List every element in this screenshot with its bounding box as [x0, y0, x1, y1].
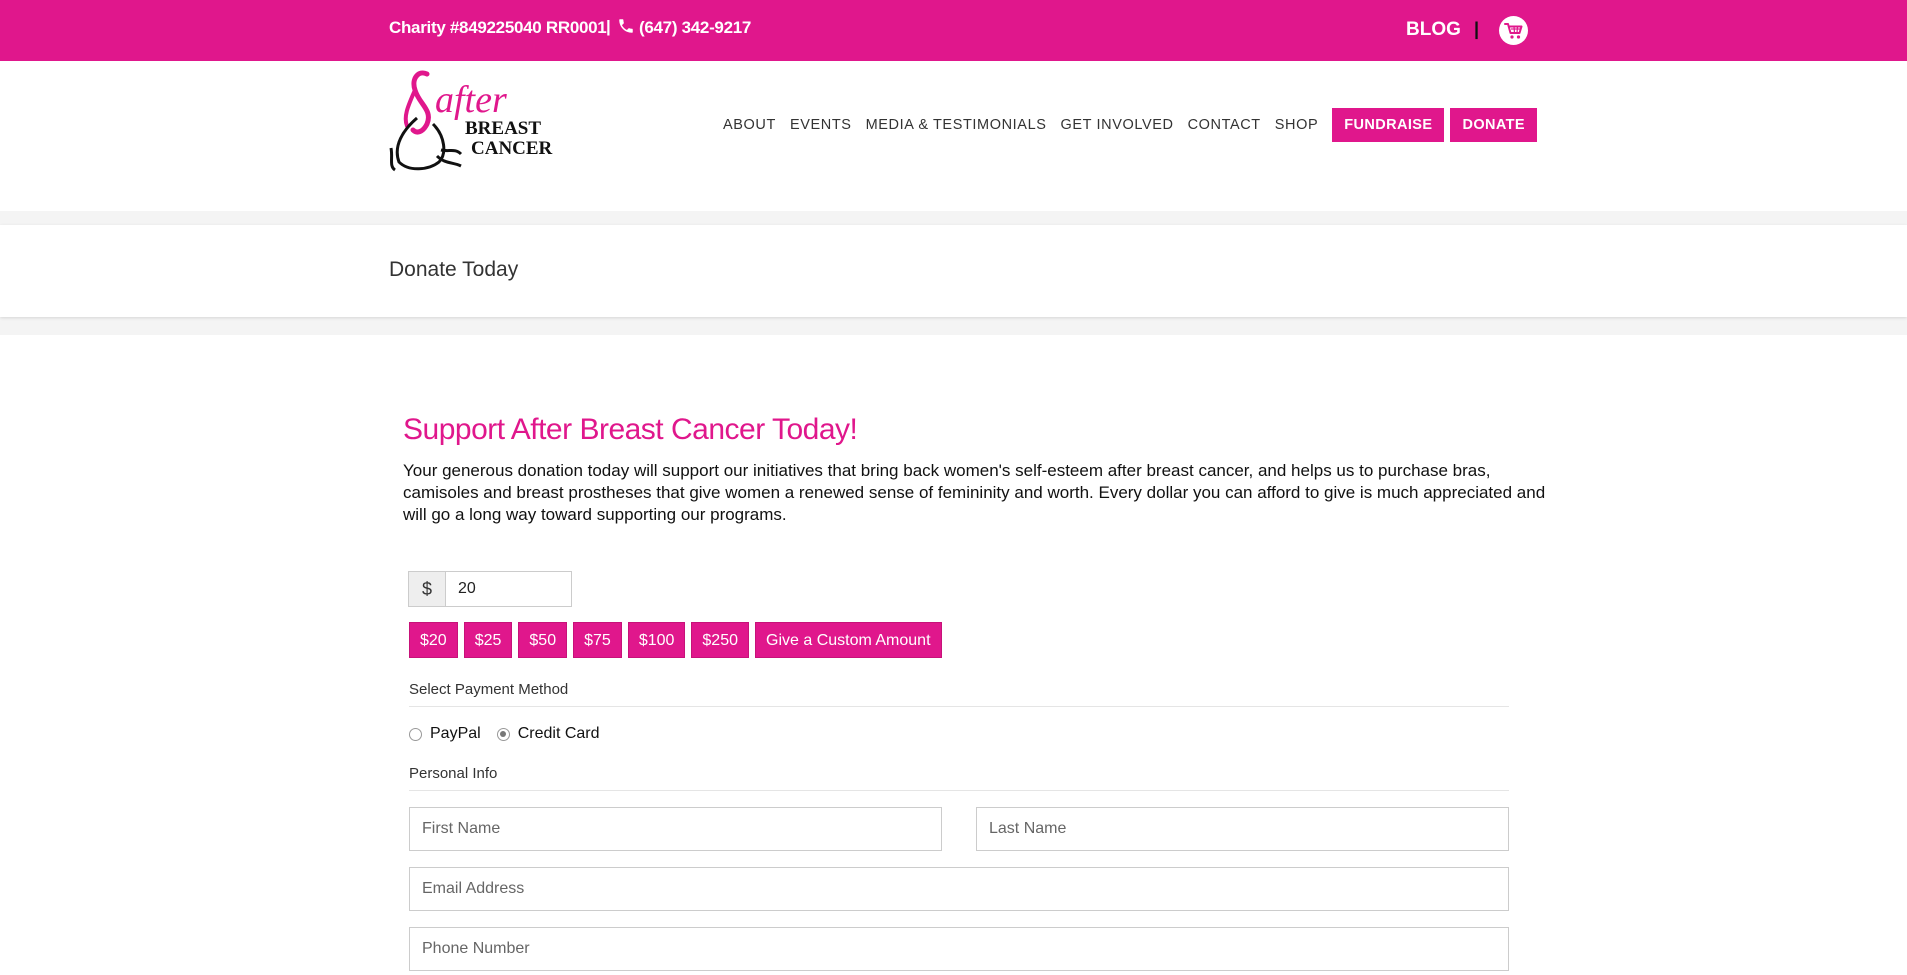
preset-75-button[interactable]: $75 — [573, 622, 622, 658]
email-field[interactable] — [409, 867, 1509, 911]
nav-media-testimonials[interactable]: MEDIA & TESTIMONIALS — [866, 117, 1047, 133]
logo-after-text: after — [435, 79, 507, 121]
phone-icon — [619, 19, 633, 33]
amount-input[interactable] — [446, 572, 570, 606]
nav-contact[interactable]: CONTACT — [1188, 117, 1261, 133]
amount-field: $ — [408, 571, 572, 607]
credit-card-label[interactable]: Credit Card — [518, 725, 600, 743]
preset-250-button[interactable]: $250 — [691, 622, 749, 658]
first-name-field[interactable] — [409, 807, 942, 851]
nav-get-involved[interactable]: GET INVOLVED — [1061, 117, 1174, 133]
page-title-panel — [0, 225, 1907, 317]
cart-button[interactable] — [1499, 16, 1528, 45]
after-breast-cancer-logo[interactable]: after BREAST CANCER — [389, 70, 555, 172]
nav-shop[interactable]: SHOP — [1275, 117, 1319, 133]
payment-divider — [409, 706, 1509, 707]
topbar-right-separator: | — [1474, 19, 1480, 39]
cart-icon — [1504, 23, 1523, 39]
donation-heading: Support After Breast Cancer Today! — [403, 413, 858, 446]
logo-breast-text: BREAST — [465, 118, 541, 139]
preset-25-button[interactable]: $25 — [463, 622, 513, 658]
custom-amount-button[interactable]: Give a Custom Amount — [755, 622, 942, 658]
last-name-field[interactable] — [976, 807, 1509, 851]
fundraise-button[interactable]: FUNDRAISE — [1332, 108, 1445, 142]
amount-presets: $20 $25 $50 $75 $100 $250 Give a Custom … — [409, 622, 948, 658]
preset-50-button[interactable]: $50 — [518, 622, 568, 658]
paypal-label[interactable]: PayPal — [430, 725, 481, 743]
topbar-separator: | — [606, 17, 611, 36]
credit-card-radio[interactable] — [496, 727, 510, 741]
nav-about[interactable]: ABOUT — [723, 117, 776, 133]
phone-number[interactable]: (647) 342-9217 — [639, 18, 751, 38]
currency-symbol: $ — [409, 572, 446, 606]
preset-20-button[interactable]: $20 — [409, 622, 458, 658]
preset-100-button[interactable]: $100 — [627, 622, 686, 658]
personal-info-divider — [409, 790, 1509, 791]
donate-button[interactable]: DONATE — [1450, 108, 1537, 142]
page-title: Donate Today — [389, 258, 519, 281]
charity-number: Charity #849225040 RR0001 — [389, 18, 607, 37]
blog-link[interactable]: BLOG — [1406, 19, 1461, 41]
paypal-radio[interactable] — [409, 727, 422, 741]
phone-field[interactable] — [409, 927, 1509, 971]
main-nav: ABOUT EVENTS MEDIA & TESTIMONIALS GET IN… — [723, 108, 1543, 142]
personal-info-label: Personal Info — [409, 765, 498, 782]
donation-intro: Your generous donation today will suppor… — [403, 461, 1546, 524]
payment-method-label: Select Payment Method — [409, 681, 569, 698]
nav-events[interactable]: EVENTS — [790, 117, 852, 133]
top-bar: Charity #849225040 RR0001 | (647) 342-92… — [0, 0, 1907, 61]
page-title-band: Donate Today — [0, 211, 1907, 335]
logo-cancer-text: CANCER — [471, 138, 553, 159]
payment-options: PayPal Credit Card — [409, 725, 600, 743]
